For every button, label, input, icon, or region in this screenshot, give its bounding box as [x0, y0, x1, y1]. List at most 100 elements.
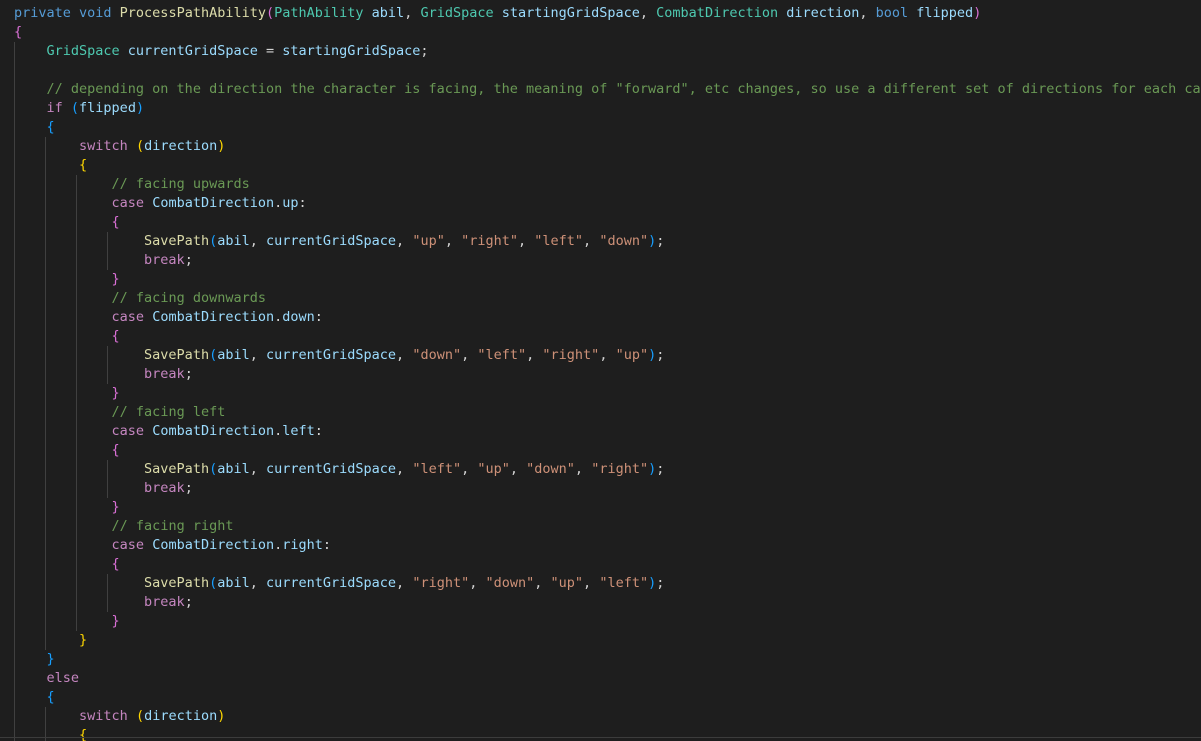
code-line[interactable]: }: [14, 498, 1201, 517]
code-line[interactable]: else: [14, 669, 1201, 688]
code-line[interactable]: SavePath(abil, currentGridSpace, "right"…: [14, 574, 1201, 593]
code-token: ;: [184, 480, 193, 496]
code-token: "left": [477, 347, 527, 363]
code-line[interactable]: {: [14, 327, 1201, 346]
code-token: ;: [420, 43, 429, 59]
code-line[interactable]: // facing upwards: [14, 175, 1201, 194]
code-token: startingGridSpace: [501, 5, 640, 21]
code-token: break: [144, 252, 185, 268]
code-token: abil: [217, 233, 250, 249]
code-line[interactable]: // facing right: [14, 517, 1201, 536]
code-line[interactable]: private void ProcessPathAbility(PathAbil…: [14, 4, 1201, 23]
code-token: (: [135, 708, 145, 724]
code-editor[interactable]: private void ProcessPathAbility(PathAbil…: [0, 0, 1201, 741]
code-token: GridSpace: [420, 5, 502, 21]
code-token: ,: [574, 461, 592, 477]
code-line[interactable]: case CombatDirection.up:: [14, 194, 1201, 213]
code-line[interactable]: {: [14, 156, 1201, 175]
code-token: "up": [477, 461, 510, 477]
code-lines[interactable]: private void ProcessPathAbility(PathAbil…: [14, 4, 1201, 741]
code-token: startingGridSpace: [282, 43, 421, 59]
code-token: ProcessPathAbility: [119, 5, 266, 21]
code-line[interactable]: break;: [14, 479, 1201, 498]
code-line[interactable]: case CombatDirection.right:: [14, 536, 1201, 555]
code-token: if: [46, 100, 71, 116]
code-token: CombatDirection: [152, 423, 275, 439]
code-token: // facing right: [111, 518, 234, 534]
code-line[interactable]: }: [14, 612, 1201, 631]
code-token: currentGridSpace: [266, 575, 397, 591]
code-token: abil: [371, 5, 405, 21]
code-token: {: [46, 689, 55, 705]
code-token: ,: [249, 233, 266, 249]
code-line[interactable]: {: [14, 726, 1201, 741]
code-line[interactable]: break;: [14, 593, 1201, 612]
code-line[interactable]: SavePath(abil, currentGridSpace, "up", "…: [14, 232, 1201, 251]
code-line[interactable]: // facing downwards: [14, 289, 1201, 308]
code-token: up: [282, 195, 299, 211]
code-token: "down": [485, 575, 535, 591]
code-line[interactable]: }: [14, 270, 1201, 289]
code-token: {: [46, 119, 55, 135]
code-line[interactable]: case CombatDirection.left:: [14, 422, 1201, 441]
code-token: ): [135, 100, 145, 116]
code-token: SavePath: [144, 575, 210, 591]
code-token: ): [973, 5, 982, 21]
code-token: ;: [656, 575, 665, 591]
code-line[interactable]: {: [14, 213, 1201, 232]
code-token: ): [217, 708, 226, 724]
code-token: ,: [396, 347, 413, 363]
code-line[interactable]: case CombatDirection.down:: [14, 308, 1201, 327]
code-token: left: [282, 423, 315, 439]
code-token: ;: [184, 252, 193, 268]
code-token: "up": [412, 233, 445, 249]
code-line[interactable]: SavePath(abil, currentGridSpace, "down",…: [14, 346, 1201, 365]
code-token: ,: [509, 461, 527, 477]
code-token: ,: [249, 461, 266, 477]
code-line[interactable]: {: [14, 118, 1201, 137]
code-line[interactable]: {: [14, 555, 1201, 574]
code-line[interactable]: SavePath(abil, currentGridSpace, "left",…: [14, 460, 1201, 479]
code-token: :: [314, 309, 323, 325]
code-token: ,: [583, 233, 600, 249]
code-token: {: [111, 328, 120, 344]
code-line[interactable]: }: [14, 650, 1201, 669]
code-line[interactable]: switch (direction): [14, 137, 1201, 156]
code-line[interactable]: {: [14, 23, 1201, 42]
code-token: {: [79, 727, 88, 741]
code-token: "right": [412, 575, 470, 591]
code-line[interactable]: }: [14, 631, 1201, 650]
code-token: {: [14, 24, 23, 40]
code-line[interactable]: {: [14, 688, 1201, 707]
code-token: ,: [396, 233, 413, 249]
code-line[interactable]: GridSpace currentGridSpace = startingGri…: [14, 42, 1201, 61]
code-token: ;: [656, 461, 665, 477]
code-line[interactable]: // depending on the direction the charac…: [14, 80, 1201, 99]
code-token: direction: [144, 708, 218, 724]
code-line[interactable]: if (flipped): [14, 99, 1201, 118]
code-line[interactable]: {: [14, 441, 1201, 460]
code-line[interactable]: }: [14, 384, 1201, 403]
code-line[interactable]: break;: [14, 365, 1201, 384]
code-token: SavePath: [144, 347, 210, 363]
code-token: }: [111, 613, 120, 629]
code-line[interactable]: break;: [14, 251, 1201, 270]
code-line[interactable]: switch (direction): [14, 707, 1201, 726]
code-token: CombatDirection: [152, 537, 275, 553]
code-line[interactable]: [14, 61, 1201, 80]
code-token: }: [111, 385, 120, 401]
code-token: break: [144, 594, 185, 610]
code-line[interactable]: // facing left: [14, 403, 1201, 422]
